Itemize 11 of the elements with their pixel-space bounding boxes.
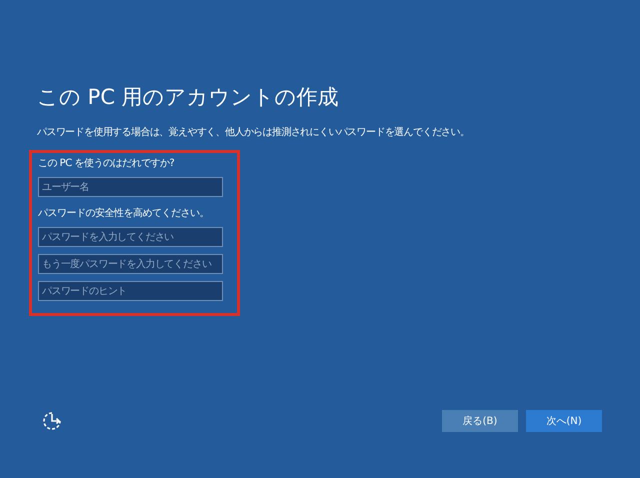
input-field[interactable]: もう一度パスワードを入力してください	[38, 254, 223, 274]
input-field[interactable]: パスワードのヒント	[38, 281, 223, 301]
next-button[interactable]: 次へ(N)	[526, 410, 602, 432]
input-field[interactable]: パスワードを入力してください	[38, 227, 223, 247]
field-label: パスワードの安全性を高めてください。	[38, 207, 210, 221]
input-field[interactable]: ユーザー名	[38, 177, 223, 197]
description-text: パスワードを使用する場合は、覚えやすく、他人からは推測されにくいパスワードを選んでください。	[37, 126, 470, 140]
ease-of-access-icon[interactable]	[41, 410, 63, 432]
back-button[interactable]: 戻る(B)	[442, 410, 518, 432]
field-label: この PC を使うのはだれですか?	[38, 157, 176, 171]
page-title: この PC 用のアカウントの作成	[37, 84, 339, 111]
